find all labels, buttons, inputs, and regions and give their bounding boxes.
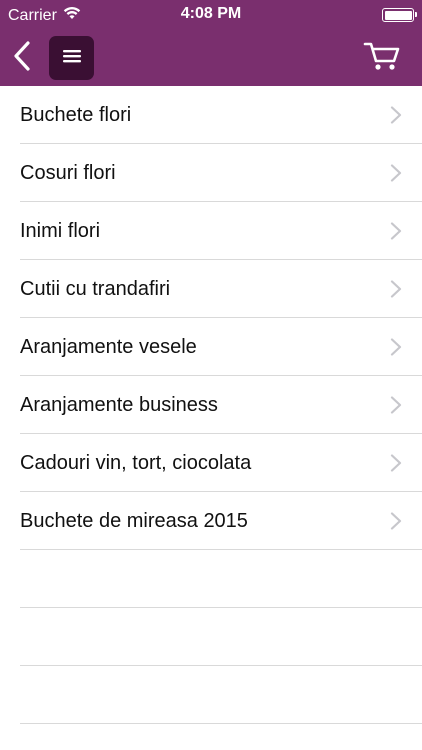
empty-row: [0, 666, 422, 724]
chevron-right-icon: [390, 164, 402, 182]
list-item-label: Aranjamente business: [20, 394, 218, 416]
list-item-label: Cadouri vin, tort, ciocolata: [20, 452, 252, 474]
chevron-right-icon: [390, 338, 402, 356]
back-button[interactable]: [6, 38, 38, 78]
list-item[interactable]: Aranjamente business: [0, 376, 422, 434]
chevron-left-icon: [13, 40, 31, 76]
status-time: 4:08 PM: [180, 5, 242, 22]
status-bar: Carrier 4:08 PM: [0, 0, 422, 30]
list-item[interactable]: Buchete flori: [0, 86, 422, 144]
battery-icon: [382, 8, 417, 22]
chevron-right-icon: [390, 280, 402, 298]
list-item[interactable]: Cutii cu trandafiri: [0, 260, 422, 318]
list-item-label: Aranjamente vesele: [20, 336, 197, 358]
list-item-label: Buchete de mireasa 2015: [20, 510, 248, 532]
shopping-cart-icon: [363, 40, 401, 77]
cart-button[interactable]: [360, 38, 404, 78]
list-item-label: Buchete flori: [20, 104, 132, 126]
empty-row: [0, 550, 422, 608]
nav-bar: [0, 30, 422, 86]
chevron-right-icon: [390, 222, 402, 240]
menu-button[interactable]: [49, 36, 94, 80]
list-item[interactable]: Cadouri vin, tort, ciocolata: [0, 434, 422, 492]
chevron-right-icon: [390, 454, 402, 472]
hamburger-menu-icon: [62, 48, 82, 69]
chevron-right-icon: [390, 396, 402, 414]
empty-row: [0, 608, 422, 666]
chevron-right-icon: [390, 512, 402, 530]
category-list: Buchete flori Cosuri flori Inimi flori C…: [0, 86, 422, 724]
chevron-right-icon: [390, 106, 402, 124]
list-item-label: Inimi flori: [20, 220, 101, 242]
list-item[interactable]: Aranjamente vesele: [0, 318, 422, 376]
list-item[interactable]: Cosuri flori: [0, 144, 422, 202]
list-item-label: Cosuri flori: [20, 162, 116, 184]
list-item[interactable]: Inimi flori: [0, 202, 422, 260]
list-item[interactable]: Buchete de mireasa 2015: [0, 492, 422, 550]
list-item-label: Cutii cu trandafiri: [20, 278, 171, 300]
